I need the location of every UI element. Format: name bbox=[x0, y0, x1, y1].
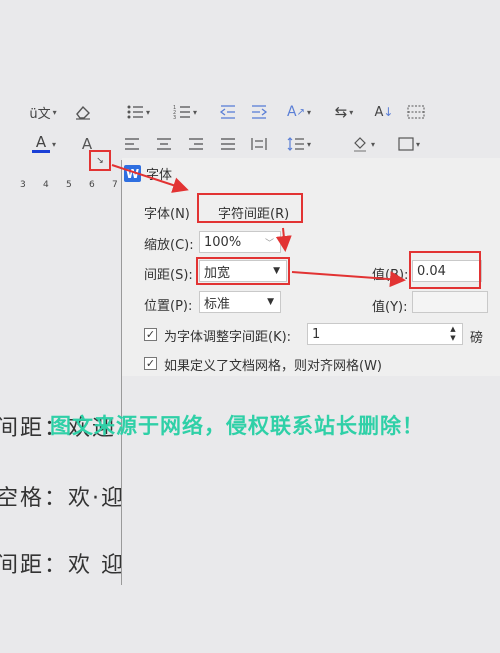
arrow-spacing-to-value bbox=[291, 271, 406, 288]
arrow-launcher-to-tab bbox=[111, 164, 189, 193]
annotation-arrows bbox=[111, 164, 406, 288]
watermark-text: 图文来源于网络，侵权联系站长删除！ bbox=[50, 414, 424, 438]
arrow-tab-to-spacing bbox=[275, 227, 292, 252]
